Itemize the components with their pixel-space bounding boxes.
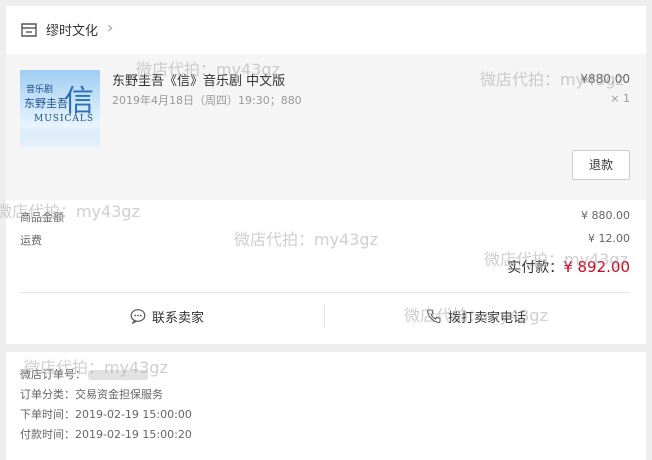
contact-seller-label: 联系卖家 <box>152 310 205 326</box>
order-info-card: 微店订单号： 订单分类：交易资金担保服务 下单时间：2019-02-19 15:… <box>6 352 646 460</box>
action-divider <box>324 304 325 328</box>
phone-icon <box>427 309 441 324</box>
shipping-value: ¥ 12.00 <box>588 232 630 245</box>
order-number-row: 微店订单号： <box>20 366 148 382</box>
divider <box>20 292 630 293</box>
shop-row[interactable]: 缪时文化 › <box>6 6 646 54</box>
order-time: 下单时间：2019-02-19 15:00:00 <box>20 408 192 421</box>
order-item[interactable]: 音乐剧 东野圭吾 信 MUSICALS 东野圭吾《信》音乐剧 中文版 2019年… <box>6 54 646 200</box>
item-thumbnail: 音乐剧 东野圭吾 信 MUSICALS <box>20 70 100 150</box>
shipping-label: 运费 <box>20 234 42 247</box>
item-title: 东野圭吾《信》音乐剧 中文版 <box>112 74 286 89</box>
shop-name: 缪时文化 <box>46 24 99 39</box>
goods-amount-label: 商品金额 <box>20 211 64 224</box>
cover-decoration <box>20 132 100 150</box>
paid-row: 实付款：¥ 892.00 <box>507 257 630 277</box>
cover-text-musicals: MUSICALS <box>34 114 95 124</box>
item-sku: 2019年4月18日（周四）19:30；880 <box>112 94 302 107</box>
chevron-right-icon: › <box>107 18 114 37</box>
contact-seller-button[interactable]: 联系卖家 <box>130 302 204 330</box>
order-card: 缪时文化 › 音乐剧 东野圭吾 信 MUSICALS 东野圭吾《信》音乐剧 中文… <box>6 6 646 344</box>
goods-amount-value: ¥ 880.00 <box>581 209 630 222</box>
order-number-label: 微店订单号： <box>20 368 86 381</box>
paid-label: 实付款： <box>507 260 564 276</box>
cover-text-author: 东野圭吾 <box>24 97 68 110</box>
order-number-redacted <box>88 370 148 380</box>
order-category: 订单分类：交易资金担保服务 <box>20 388 163 401</box>
payment-time: 付款时间：2019-02-19 15:00:20 <box>20 428 192 441</box>
chat-icon <box>130 309 146 324</box>
refund-button[interactable]: 退款 <box>572 150 630 180</box>
cover-text-top: 音乐剧 <box>26 85 54 95</box>
store-icon <box>21 23 37 37</box>
paid-amount: ¥ 892.00 <box>563 258 630 276</box>
item-quantity: × 1 <box>610 92 630 105</box>
call-seller-button[interactable]: 拨打卖家电话 <box>426 302 526 330</box>
call-seller-label: 拨打卖家电话 <box>448 310 527 326</box>
item-price: ¥880.00 <box>580 72 630 86</box>
